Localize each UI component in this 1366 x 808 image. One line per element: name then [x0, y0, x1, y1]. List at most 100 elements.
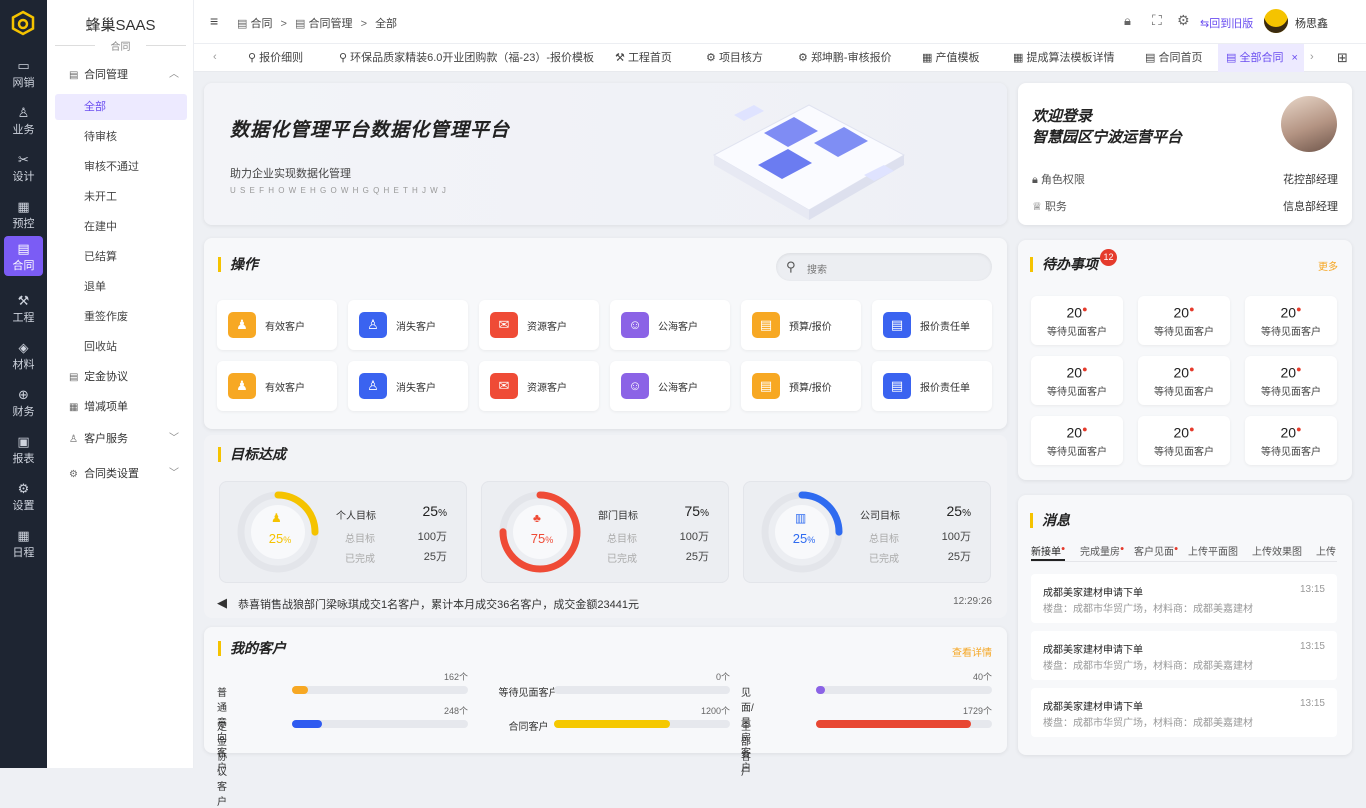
op-resource[interactable]: ✉ 资源客户 [479, 300, 599, 350]
contract-icon: ▤ [237, 18, 248, 30]
todo-item[interactable]: 20● 等待见面客户 [1031, 296, 1123, 345]
avatar[interactable] [1264, 9, 1288, 33]
rail-item-cailiao[interactable]: ◈ 材料 [4, 335, 43, 375]
menu-item-all[interactable]: 全部 [55, 94, 187, 120]
op-quote-duty[interactable]: ▤ 报价责任单 [872, 300, 992, 350]
customers-more-link[interactable]: 查看详情 [952, 644, 992, 659]
op-resource[interactable]: ✉ 资源客户 [479, 361, 599, 411]
op-budget[interactable]: ▤ 预算/报价 [741, 300, 861, 350]
contract-icon: ▤ [295, 18, 306, 30]
tab-project-home[interactable]: ⚒ 工程首页 [615, 44, 672, 72]
menu-item-voided[interactable]: 重签作废 [55, 304, 187, 330]
customer-bar-fill [292, 720, 322, 728]
menu-item-settled[interactable]: 已结算 [55, 244, 187, 270]
contract-icon: ▤ [69, 70, 79, 81]
brick-icon: ◈ [18, 340, 29, 355]
menu-group-deposit[interactable]: ▤ 定金协议 [55, 364, 187, 390]
op-public[interactable]: ☺ 公海客户 [610, 300, 730, 350]
op-icon: ♟ [228, 312, 256, 338]
red-dot-icon: ● [1296, 364, 1302, 374]
todo-count: 20 [1066, 424, 1083, 441]
menu-item-in-progress[interactable]: 在建中 [55, 214, 187, 240]
back-old-version-link[interactable]: ⇆回到旧版 [1200, 15, 1253, 31]
tab-review-quote[interactable]: ⚙ 郑坤鹏-审核报价 [798, 44, 892, 72]
menu-item-not-started[interactable]: 未开工 [55, 184, 187, 210]
message-item[interactable]: 成都美家建材申请下单 楼盘：成都市华贸广场，材料商：成都美嘉建材 13:15 [1031, 688, 1337, 737]
tab-project-check[interactable]: ⚙ 项目核方 [706, 44, 763, 72]
todo-item[interactable]: 20● 等待见面客户 [1245, 416, 1337, 465]
todo-item[interactable]: 20● 等待见面客户 [1138, 356, 1230, 405]
rail-item-wangxiao[interactable]: ▭ 网销 [4, 53, 43, 93]
search-input[interactable]: ⚲ 搜索 [776, 253, 992, 281]
lock-icon[interactable]: 🔒︎ [1124, 13, 1131, 29]
grid-icon: ▦ [17, 199, 30, 214]
menu-item-pending[interactable]: 待审核 [55, 124, 187, 150]
todo-item[interactable]: 20● 等待见面客户 [1031, 416, 1123, 465]
message-tab[interactable]: 上传 [1316, 543, 1340, 558]
tab-all-contracts[interactable]: ▤ 全部合同 × [1218, 44, 1304, 72]
menu-group-contract-settings[interactable]: ⚙ 合同类设置 ﹀ [55, 461, 187, 487]
message-title: 成都美家建材申请下单 [1043, 645, 1143, 656]
tab-baojia-xize[interactable]: ⚲ 报价细则 [248, 44, 303, 72]
menu-item-cancelled[interactable]: 退单 [55, 274, 187, 300]
tab-icon: ▦ [922, 52, 933, 64]
op-lost[interactable]: ♙ 消失客户 [348, 361, 468, 411]
message-item[interactable]: 成都美家建材申请下单 楼盘：成都市华贸广场，材料商：成都美嘉建材 13:15 [1031, 631, 1337, 680]
todo-count: 20 [1280, 304, 1297, 321]
tab-output-template[interactable]: ▦ 产值模板 [922, 44, 979, 72]
menu-group-contract-manage[interactable]: ▤ 合同管理 ︿ [55, 62, 187, 88]
menu-item-rejected[interactable]: 审核不通过 [55, 154, 187, 180]
message-tab[interactable]: 新接单● [1031, 543, 1065, 558]
gear-icon[interactable]: ⚙ [1177, 12, 1190, 29]
tab-scroll-left[interactable]: ‹ [213, 51, 217, 63]
rail-item-yukong[interactable]: ▦ 预控 [4, 194, 43, 234]
todo-more-link[interactable]: 更多 [1318, 258, 1338, 273]
menu-group-customer-service[interactable]: ♙ 客户服务 ﹀ [55, 426, 187, 452]
hamburger-icon[interactable]: ≡ [210, 13, 218, 29]
user-name[interactable]: 杨思鑫 [1295, 15, 1328, 31]
rail-item-yewu[interactable]: ♙ 业务 [4, 100, 43, 140]
todo-item[interactable]: 20● 等待见面客户 [1138, 416, 1230, 465]
apps-grid-icon[interactable]: ⊞ [1337, 50, 1348, 66]
tab-contract-home[interactable]: ▤ 合同首页 [1145, 44, 1202, 72]
op-budget[interactable]: ▤ 预算/报价 [741, 361, 861, 411]
todo-item[interactable]: 20● 等待见面客户 [1245, 296, 1337, 345]
menu-item-recycle[interactable]: 回收站 [55, 334, 187, 360]
todo-count: 20 [1173, 424, 1190, 441]
goal-total-value: 100万 [941, 531, 971, 543]
message-tab[interactable]: 客户见面● [1134, 543, 1178, 558]
todo-item[interactable]: 20● 等待见面客户 [1138, 296, 1230, 345]
op-quote-duty[interactable]: ▤ 报价责任单 [872, 361, 992, 411]
breadcrumb-item[interactable]: 合同管理 [309, 18, 353, 30]
todo-item[interactable]: 20● 等待见面客户 [1031, 356, 1123, 405]
tab-scroll-right[interactable]: › [1310, 51, 1314, 63]
fullscreen-icon[interactable]: ⛶ [1152, 12, 1162, 29]
breadcrumb-item[interactable]: 合同 [250, 18, 272, 30]
close-icon[interactable]: × [1292, 52, 1298, 64]
op-effective[interactable]: ♟ 有效客户 [217, 300, 337, 350]
menu-group-change-items[interactable]: ▦ 增减项单 [55, 394, 187, 420]
todo-item[interactable]: 20● 等待见面客户 [1245, 356, 1337, 405]
breadcrumb-item[interactable]: 全部 [375, 18, 397, 30]
rail-item-sheji[interactable]: ✂ 设计 [4, 147, 43, 187]
op-effective[interactable]: ♟ 有效客户 [217, 361, 337, 411]
rail-item-caiwu[interactable]: ⊕ 财务 [4, 382, 43, 422]
message-tab[interactable]: 上传效果图 [1252, 543, 1302, 558]
todo-title: 待办事项 [1030, 257, 1098, 272]
rail-item-baobiao[interactable]: ▣ 报表 [4, 429, 43, 469]
op-lost[interactable]: ♙ 消失客户 [348, 300, 468, 350]
rail-item-shezhi[interactable]: ⚙ 设置 [4, 476, 43, 516]
rail-item-gongcheng[interactable]: ⚒ 工程 [4, 288, 43, 328]
tab-template[interactable]: ⚲ 环保品质家精装6.0开业团购款（福-23）-报价模板 [339, 44, 594, 72]
tab-commission-template[interactable]: ▦ 提成算法模板详情 [1013, 44, 1114, 72]
op-public[interactable]: ☺ 公海客户 [610, 361, 730, 411]
rail-item-richeng[interactable]: ▦ 日程 [4, 523, 43, 563]
goal-name: 公司目标 [860, 511, 900, 522]
chevron-down-icon: ﹀ [169, 433, 179, 444]
building-icon: ▥ [795, 511, 807, 525]
rail-item-hetong[interactable]: ▤ 合同 [4, 236, 43, 276]
message-tab[interactable]: 完成量房● [1080, 543, 1124, 558]
message-tab[interactable]: 上传平面图 [1188, 543, 1238, 558]
message-item[interactable]: 成都美家建材申请下单 楼盘：成都市华贸广场，材料商：成都美嘉建材 13:15 [1031, 574, 1337, 623]
goal-percent: 75% [684, 503, 709, 519]
